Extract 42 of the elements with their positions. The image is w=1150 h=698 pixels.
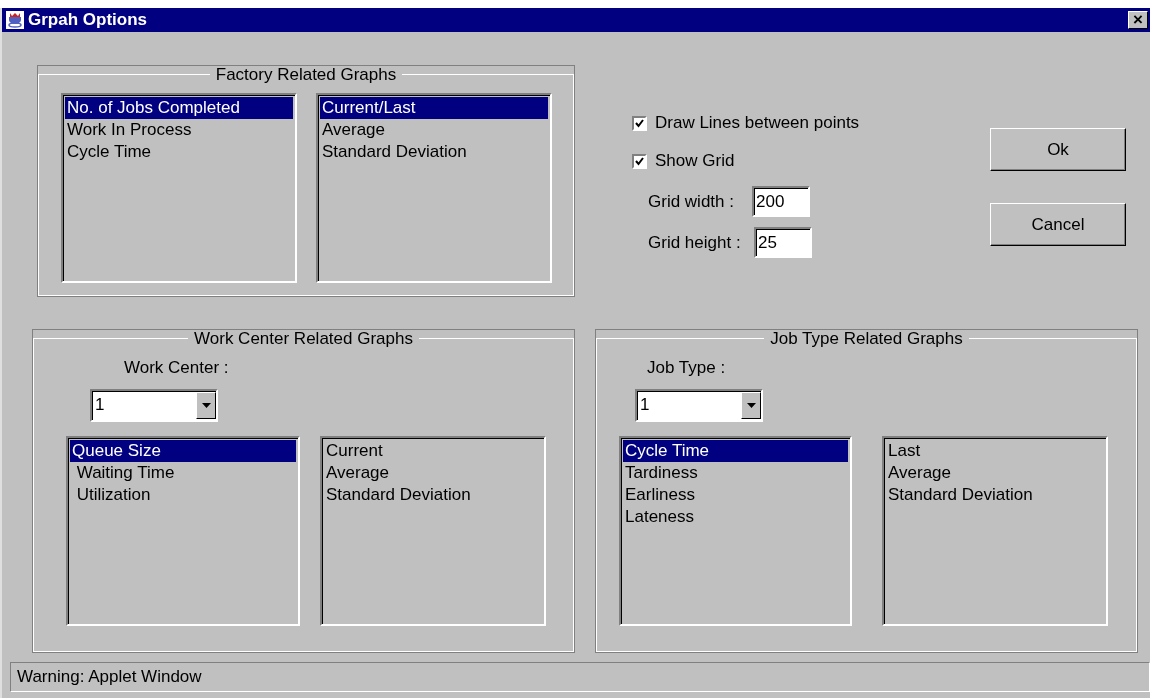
- list-item[interactable]: Cycle Time: [623, 439, 848, 462]
- list-item[interactable]: No. of Jobs Completed: [65, 97, 293, 119]
- dropdown[interactable]: 1: [635, 388, 763, 422]
- list-item[interactable]: Standard Deviation: [886, 483, 1104, 506]
- dialog-button[interactable]: Ok: [990, 128, 1126, 171]
- checkbox-label: Draw Lines between points: [655, 112, 860, 135]
- status-text: Warning: Applet Window: [17, 666, 202, 689]
- caret-icon: [746, 402, 756, 408]
- list-item[interactable]: Current/Last: [320, 97, 548, 119]
- list-item[interactable]: Standard Deviation: [320, 141, 548, 163]
- checkbox[interactable]: [632, 115, 647, 131]
- list-item[interactable]: Queue Size: [70, 439, 296, 462]
- selector-label: Work Center :: [124, 357, 230, 379]
- list-item[interactable]: Current: [324, 439, 542, 462]
- group-title: Work Center Related Graphs: [193, 330, 414, 347]
- caret-icon: [201, 402, 211, 408]
- list-item[interactable]: Average: [886, 461, 1104, 484]
- list-item[interactable]: Average: [320, 119, 548, 141]
- list-item[interactable]: Work In Process: [65, 119, 293, 141]
- selector-label: Job Type :: [647, 357, 727, 379]
- list-item[interactable]: Standard Deviation: [324, 483, 542, 506]
- list-item[interactable]: Last: [886, 439, 1104, 462]
- field-label: Grid width :: [648, 190, 735, 213]
- list-item[interactable]: Waiting Time: [70, 461, 296, 484]
- group-title: Job Type Related Graphs: [769, 330, 964, 347]
- checkbox-label: Show Grid: [655, 150, 735, 173]
- dropdown[interactable]: 1: [90, 388, 218, 422]
- list-item[interactable]: Utilization: [70, 483, 296, 506]
- close-button[interactable]: ×: [1128, 11, 1148, 29]
- list-item[interactable]: Lateness: [623, 505, 848, 528]
- text-field[interactable]: 25: [754, 227, 812, 258]
- list-item[interactable]: Tardiness: [623, 461, 848, 484]
- list-item[interactable]: Average: [324, 461, 542, 484]
- list-item[interactable]: Cycle Time: [65, 141, 293, 163]
- app-icon: [6, 11, 24, 29]
- text-field[interactable]: 200: [752, 186, 810, 217]
- checkbox[interactable]: [632, 153, 647, 169]
- window-title: Grpah Options: [28, 9, 148, 32]
- list-item[interactable]: Earliness: [623, 483, 848, 506]
- group-title: Factory Related Graphs: [214, 66, 398, 83]
- dialog-button[interactable]: Cancel: [990, 203, 1126, 246]
- field-label: Grid height :: [648, 231, 742, 254]
